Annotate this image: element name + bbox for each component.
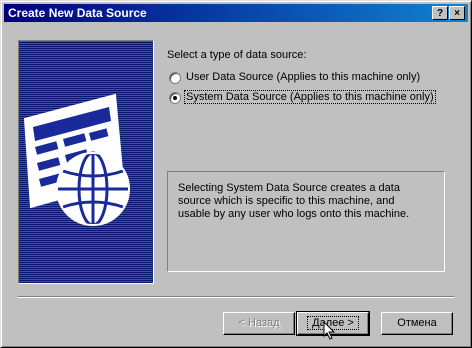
window-title: Create New Data Source [8, 6, 147, 20]
title-bar[interactable]: Create New Data Source ? × [4, 4, 468, 22]
description-box: Selecting System Data Source creates a d… [167, 171, 445, 272]
form-globe-icon [23, 93, 130, 227]
data-source-illustration [18, 40, 154, 284]
radio-label[interactable]: System Data Source (Applies to this mach… [184, 90, 436, 104]
globe-icon [56, 151, 130, 227]
separator [18, 296, 454, 298]
dialog-window: Create New Data Source ? × Select a type… [0, 0, 472, 348]
help-button[interactable]: ? [432, 6, 448, 20]
radio-button[interactable] [169, 72, 181, 84]
cancel-button[interactable]: Отмена [381, 312, 453, 335]
close-button[interactable]: × [449, 6, 465, 20]
radio-button-selected[interactable] [169, 92, 181, 104]
description-text: Selecting System Data Source creates a d… [178, 182, 410, 220]
back-button[interactable]: < Назад [223, 312, 295, 335]
radio-label[interactable]: User Data Source (Applies to this machin… [186, 71, 420, 83]
mouse-pointer-icon [323, 321, 336, 340]
prompt-label: Select a type of data source: [167, 49, 307, 61]
